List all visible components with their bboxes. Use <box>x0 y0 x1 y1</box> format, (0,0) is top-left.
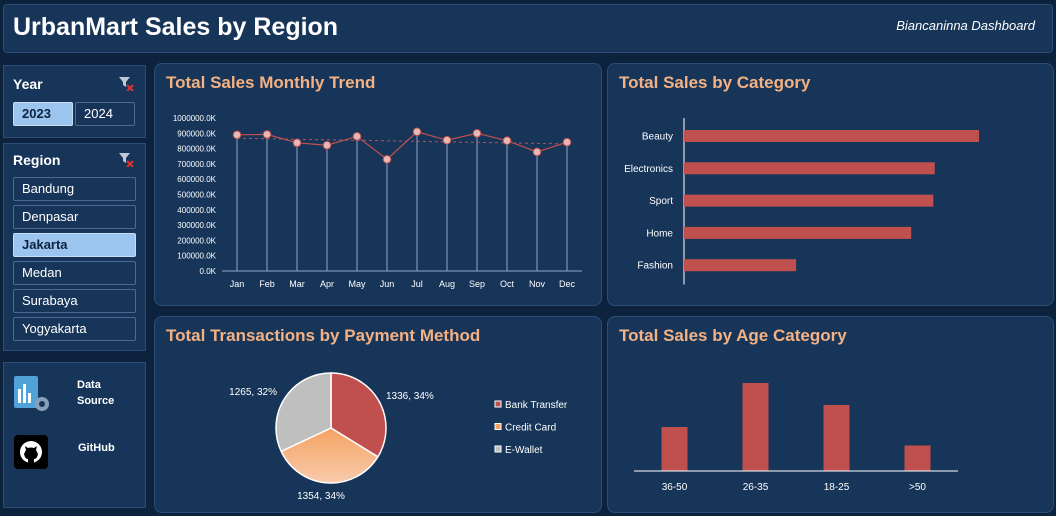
x-tick-label: Jan <box>230 279 245 289</box>
region-slicer: Region Bandung Denpasar Jakarta Medan Suraba… <box>3 143 146 351</box>
category-label: Sport <box>649 196 673 207</box>
github-link[interactable]: GitHub <box>78 440 115 456</box>
category-label: Electronics <box>624 164 673 175</box>
slicer-option-medan[interactable]: Medan <box>13 261 136 285</box>
age-bar <box>904 445 931 471</box>
category-bar <box>684 226 912 239</box>
x-tick-label: >50 <box>909 482 926 493</box>
x-tick-label: Jun <box>380 279 395 289</box>
slicer-option-surabaya[interactable]: Surabaya <box>13 289 136 313</box>
x-tick-label: Nov <box>529 279 546 289</box>
y-tick-label: 500000.0K <box>177 191 216 200</box>
category-label: Home <box>646 228 673 239</box>
y-tick-label: 300000.0K <box>177 221 216 230</box>
data-source-label: Data Source <box>77 379 115 407</box>
data-point <box>262 130 272 139</box>
data-source-link[interactable]: Data Source <box>77 377 117 409</box>
clear-filter-icon[interactable] <box>118 151 134 167</box>
category-bar <box>684 259 797 272</box>
legend-label: Credit Card <box>505 423 556 434</box>
x-tick-label: May <box>348 279 366 289</box>
links-panel: Data Source GitHub <box>3 362 146 508</box>
data-point <box>472 129 482 138</box>
category-label: Beauty <box>642 132 673 143</box>
y-tick-label: 700000.0K <box>177 160 216 169</box>
data-point <box>232 130 242 140</box>
slicer-option-2024[interactable]: 2024 <box>75 102 135 126</box>
page-title: UrbanMart Sales by Region <box>13 13 339 41</box>
x-tick-label: 26-35 <box>743 482 769 493</box>
legend-swatch <box>494 423 502 430</box>
x-tick-label: Jul <box>411 279 423 289</box>
legend-label: Bank Transfer <box>505 400 568 411</box>
data-point <box>442 135 452 145</box>
data-point <box>562 137 572 147</box>
category-bar <box>684 194 934 207</box>
age-bar <box>823 405 850 471</box>
slicer-option-2023[interactable]: 2023 <box>13 102 73 126</box>
y-tick-label: 1000000.0K <box>173 114 217 123</box>
y-tick-label: 0.0K <box>200 267 217 276</box>
data-point <box>532 147 542 157</box>
y-tick-label: 900000.0K <box>177 129 216 138</box>
page-subtitle: Biancaninna Dashboard <box>896 18 1035 33</box>
legend-label: E-Wallet <box>505 445 543 456</box>
region-slicer-title: Region <box>13 152 61 168</box>
monthly-trend-chart: 0.0K 100000.0K 200000.0K 300000.0K 400000.0K… <box>173 114 582 289</box>
x-tick-label: 36-50 <box>662 482 688 493</box>
x-tick-label: Dec <box>559 279 576 289</box>
data-point <box>412 127 422 137</box>
slicer-option-denpasar[interactable]: Denpasar <box>13 205 136 229</box>
x-tick-label: Aug <box>439 279 455 289</box>
data-source-icon[interactable] <box>13 375 51 413</box>
category-chart: Beauty Electronics Sport Home Fashion <box>624 118 979 285</box>
slicer-option-bandung[interactable]: Bandung <box>13 177 136 201</box>
y-tick-label: 800000.0K <box>177 145 216 154</box>
year-slicer: Year 2023 2024 <box>3 65 146 138</box>
data-point <box>322 140 332 150</box>
y-tick-label: 100000.0K <box>177 252 216 261</box>
dashboard-header: UrbanMart Sales by Region Biancaninna Da… <box>3 4 1053 53</box>
legend-swatch <box>494 445 502 453</box>
y-tick-label: 600000.0K <box>177 175 216 184</box>
slicer-option-jakarta[interactable]: Jakarta <box>13 233 136 257</box>
data-point <box>352 132 362 141</box>
pie-data-label: 1265, 32% <box>229 387 277 398</box>
data-point <box>292 138 302 148</box>
x-tick-label: Mar <box>289 279 305 289</box>
pie-data-label: 1354, 34% <box>297 491 345 502</box>
x-tick-label: Sep <box>469 279 485 289</box>
github-icon[interactable] <box>14 435 48 469</box>
x-tick-label: 18-25 <box>824 482 850 493</box>
legend-swatch <box>494 400 502 408</box>
age-bar <box>742 383 769 471</box>
category-label: Fashion <box>637 261 673 272</box>
age-panel: Total Sales by Age Category 36-50 26-35 18… <box>607 316 1054 513</box>
monthly-trend-panel: Total Sales Monthly Trend 0.0K 100000.0K 2… <box>154 63 602 306</box>
payment-panel: Total Transactions by Payment Method 133… <box>154 316 602 513</box>
y-tick-label: 200000.0K <box>177 236 216 245</box>
x-tick-label: Oct <box>500 279 515 289</box>
y-tick-label: 400000.0K <box>177 206 216 215</box>
category-bar <box>684 162 935 175</box>
x-tick-label: Feb <box>259 279 275 289</box>
age-bar <box>661 427 688 471</box>
series-line <box>236 131 568 161</box>
x-tick-label: Apr <box>320 279 334 289</box>
category-bar <box>684 130 979 142</box>
category-panel: Total Sales by Category Beauty Electronic… <box>607 63 1054 306</box>
slicer-option-yogyakarta[interactable]: Yogyakarta <box>13 317 136 341</box>
trendline <box>236 137 568 145</box>
pie-data-label: 1336, 34% <box>386 391 434 402</box>
clear-filter-icon[interactable] <box>118 75 134 91</box>
age-chart: 36-50 26-35 18-25 >50 <box>634 383 958 493</box>
data-point <box>382 155 392 164</box>
year-slicer-title: Year <box>13 76 43 92</box>
payment-chart: 1336, 34% 1354, 34% 1265, 32% Bank Transfer… <box>229 372 568 502</box>
data-point <box>502 136 512 145</box>
